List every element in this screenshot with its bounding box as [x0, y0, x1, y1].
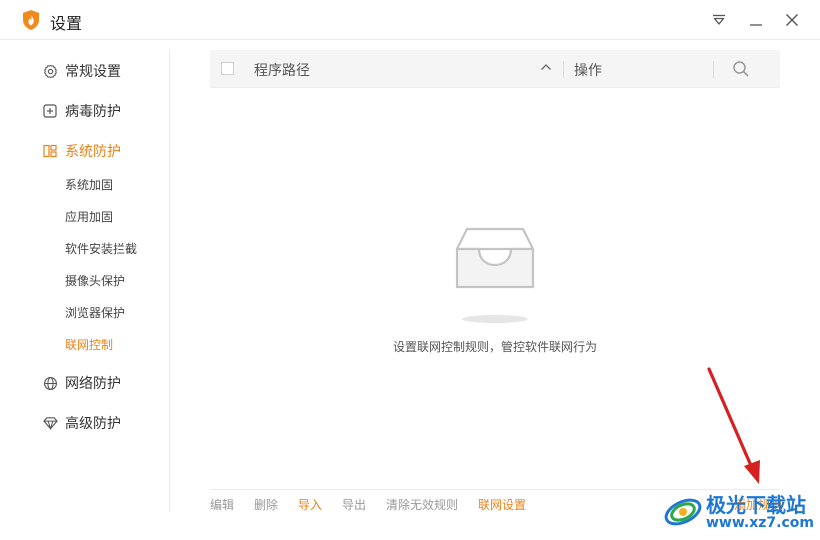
sort-ascending-icon[interactable]: [540, 62, 552, 72]
subitem-browser-protection[interactable]: 浏览器保护: [65, 304, 125, 322]
column-separator: [563, 61, 564, 78]
delete-button[interactable]: 删除: [254, 496, 278, 513]
minimize-icon: [750, 24, 762, 26]
empty-state: 设置联网控制规则，管控软件联网行为: [210, 88, 780, 488]
plus-square-icon: [42, 103, 58, 119]
globe-icon: [42, 375, 58, 391]
close-button[interactable]: [782, 10, 802, 30]
sidebar-item-label: 高级防护: [65, 416, 121, 432]
sidebar-item-label: 病毒防护: [65, 104, 121, 120]
red-arrow-annotation: [707, 367, 760, 484]
watermark-site-name: 极光下载站: [706, 493, 806, 517]
minimize-button[interactable]: [746, 10, 766, 30]
app-shield-logo-icon: [23, 10, 39, 30]
subitem-install-blocking[interactable]: 软件安装拦截: [65, 240, 137, 258]
export-button[interactable]: 导出: [342, 496, 366, 513]
subitem-app-hardening[interactable]: 应用加固: [65, 208, 113, 226]
sidebar-item-advanced-protection[interactable]: 高级防护: [42, 412, 121, 434]
empty-tray-icon: [455, 227, 535, 323]
search-icon[interactable]: [732, 60, 750, 78]
column-header-operations: 操作: [574, 63, 602, 79]
watermark-url: www.xz7.com: [706, 515, 814, 531]
sidebar-item-label: 常规设置: [65, 64, 121, 80]
menu-button[interactable]: [709, 10, 729, 30]
grid-icon: [42, 143, 58, 159]
diamond-icon: [42, 415, 58, 431]
window-title: 设置: [50, 14, 83, 33]
close-icon: [786, 14, 798, 26]
network-settings-button[interactable]: 联网设置: [478, 496, 526, 513]
sidebar-item-label: 系统防护: [65, 144, 121, 160]
empty-state-message: 设置联网控制规则，管控软件联网行为: [392, 340, 597, 354]
column-header-program-path[interactable]: 程序路径: [254, 60, 310, 80]
gear-icon: [42, 63, 58, 79]
subitem-camera-protection[interactable]: 摄像头保护: [65, 272, 125, 290]
sidebar-item-network-protection[interactable]: 网络防护: [42, 372, 121, 394]
subitem-network-control[interactable]: 联网控制: [65, 336, 113, 354]
import-button[interactable]: 导入: [298, 496, 322, 513]
column-separator: [713, 61, 714, 78]
sidebar-item-virus-protection[interactable]: 病毒防护: [42, 100, 121, 122]
watermark-logo-icon: [664, 498, 702, 526]
dropdown-menu-icon: [713, 14, 725, 25]
clear-invalid-rules-button[interactable]: 清除无效规则: [386, 496, 458, 513]
watermark: 极光下载站 www.xz7.com: [660, 486, 820, 540]
table-header: 程序路径 操作: [210, 50, 780, 88]
title-bar: 设置: [0, 0, 820, 40]
edit-button[interactable]: 编辑: [210, 496, 234, 513]
sidebar-item-system-protection[interactable]: 系统防护: [42, 140, 121, 162]
sidebar-divider: [169, 50, 170, 512]
subitem-system-hardening[interactable]: 系统加固: [65, 176, 113, 194]
select-all-checkbox[interactable]: [221, 62, 234, 75]
sidebar-item-general-settings[interactable]: 常规设置: [42, 60, 121, 82]
sidebar-item-label: 网络防护: [65, 376, 121, 392]
